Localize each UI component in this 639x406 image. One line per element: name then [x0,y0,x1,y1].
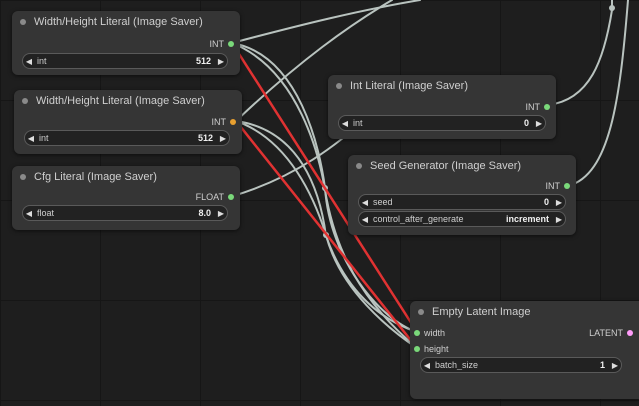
output-label: INT [211,117,227,127]
collapse-dot-icon[interactable] [22,98,28,104]
output-slot-dot-icon[interactable] [564,183,570,189]
number-widget-int[interactable]: ◀ int 0 ▶ [338,115,546,131]
decrement-arrow-icon[interactable]: ◀ [23,209,35,218]
decrement-arrow-icon[interactable]: ◀ [23,57,35,66]
widget-name: int [353,118,363,128]
collapse-dot-icon[interactable] [336,83,342,89]
node-width-height-literal-2[interactable]: Width/Height Literal (Image Saver) INT ◀… [14,90,242,154]
link-midpoint [323,232,329,238]
link-intlit-out [547,0,613,106]
widget-name: int [39,133,49,143]
increment-arrow-icon[interactable]: ▶ [215,209,227,218]
node-width-height-literal-1[interactable]: Width/Height Literal (Image Saver) INT ◀… [12,11,240,75]
output-slot-row[interactable]: INT [545,179,570,193]
collapse-dot-icon[interactable] [418,309,424,315]
increment-arrow-icon[interactable]: ▶ [533,119,545,128]
node-title-label: Seed Generator (Image Saver) [370,160,522,172]
output-slot-dot-icon[interactable] [627,330,633,336]
widget-value: increment [505,214,549,224]
input-slot-height[interactable]: height [414,342,449,356]
node-title[interactable]: Int Literal (Image Saver) [328,75,556,97]
number-widget-float[interactable]: ◀ float 8.0 ▶ [22,205,228,221]
decrement-arrow-icon[interactable]: ◀ [359,198,371,207]
next-option-arrow-icon[interactable]: ▶ [553,215,565,224]
decrement-arrow-icon[interactable]: ◀ [339,119,351,128]
increment-arrow-icon[interactable]: ▶ [609,361,621,370]
node-title-label: Cfg Literal (Image Saver) [34,171,157,183]
link-seed-out [567,0,629,187]
output-slot-dot-icon[interactable] [228,41,234,47]
node-title-label: Width/Height Literal (Image Saver) [34,16,203,28]
widget-value: 1 [599,360,605,370]
widget-name: float [37,208,55,218]
widget-value: 512 [195,56,211,66]
node-cfg-literal[interactable]: Cfg Literal (Image Saver) FLOAT ◀ float … [12,166,240,230]
decrement-arrow-icon[interactable]: ◀ [25,134,37,143]
node-title[interactable]: Empty Latent Image [410,301,639,323]
widget-value: 8.0 [198,208,211,218]
output-slot-row[interactable]: FLOAT [196,190,234,204]
node-title[interactable]: Width/Height Literal (Image Saver) [14,90,242,112]
input-label: width [424,328,446,338]
increment-arrow-icon[interactable]: ▶ [215,57,227,66]
widget-value: 0 [543,197,549,207]
widget-value: 0 [523,118,529,128]
collapse-dot-icon[interactable] [356,163,362,169]
node-title-label: Empty Latent Image [432,306,531,318]
link-midpoint [322,185,328,191]
increment-arrow-icon[interactable]: ▶ [217,134,229,143]
link-midpoint [609,5,615,11]
node-title-label: Width/Height Literal (Image Saver) [36,95,205,107]
number-widget-seed[interactable]: ◀ seed 0 ▶ [358,194,566,210]
output-slot-row[interactable]: LATENT [589,326,633,340]
number-widget-int[interactable]: ◀ int 512 ▶ [22,53,228,69]
previous-option-arrow-icon[interactable]: ◀ [359,215,371,224]
input-slot-width[interactable]: width [414,326,445,340]
node-title[interactable]: Cfg Literal (Image Saver) [12,166,240,188]
widget-name: seed [373,197,393,207]
output-slot-dot-icon[interactable] [228,194,234,200]
number-widget-int[interactable]: ◀ int 512 ▶ [24,130,230,146]
link-wh1-up [231,0,421,44]
output-label: FLOAT [195,192,224,202]
node-title-label: Int Literal (Image Saver) [350,80,468,92]
widget-name: int [37,56,47,66]
input-slot-dot-icon[interactable] [414,346,420,352]
combo-widget-control-after-generate[interactable]: ◀ control_after_generate increment ▶ [358,211,566,227]
node-title[interactable]: Seed Generator (Image Saver) [348,155,576,177]
decrement-arrow-icon[interactable]: ◀ [421,361,433,370]
widget-name: control_after_generate [373,214,464,224]
output-slot-row[interactable]: INT [525,100,550,114]
input-slot-dot-icon[interactable] [414,330,420,336]
number-widget-batch-size[interactable]: ◀ batch_size 1 ▶ [420,357,622,373]
widget-value: 512 [197,133,213,143]
output-label: INT [525,102,541,112]
node-int-literal[interactable]: Int Literal (Image Saver) INT ◀ int 0 ▶ [328,75,556,139]
increment-arrow-icon[interactable]: ▶ [553,198,565,207]
node-title[interactable]: Width/Height Literal (Image Saver) [12,11,240,33]
node-seed-generator[interactable]: Seed Generator (Image Saver) INT ◀ seed … [348,155,576,235]
output-label: INT [209,39,225,49]
node-empty-latent-image[interactable]: Empty Latent Image width LATENT height ◀… [410,301,639,399]
output-slot-row[interactable]: INT [211,115,236,129]
output-label: LATENT [589,328,623,338]
output-label: INT [545,181,561,191]
input-label: height [424,344,449,354]
output-slot-row[interactable]: INT [209,37,234,51]
collapse-dot-icon[interactable] [20,174,26,180]
output-slot-dot-icon[interactable] [544,104,550,110]
output-slot-dot-icon[interactable] [230,119,236,125]
widget-name: batch_size [435,360,479,370]
collapse-dot-icon[interactable] [20,19,26,25]
